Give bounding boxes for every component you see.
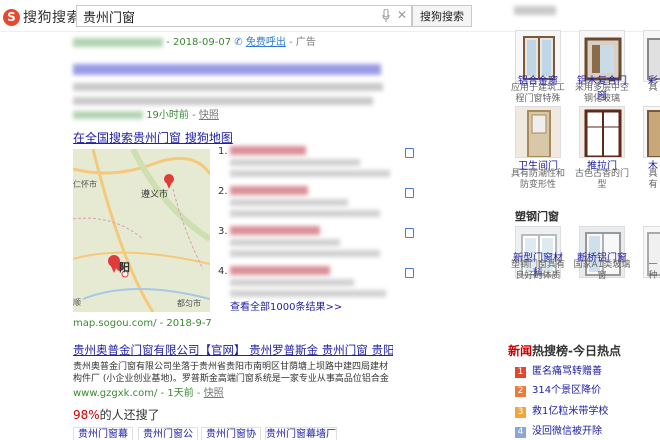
related-search-item[interactable]: 贵州门窗协会	[201, 427, 261, 440]
map-graphic	[73, 149, 210, 312]
view-all-results-link[interactable]: 查看全部1000条结果>>	[230, 298, 342, 313]
poi-list: 1. 2. 3. 4.	[218, 146, 418, 306]
related-searches-title: 98%的人还搜了	[73, 406, 160, 423]
map-label-duyun: 都匀市	[177, 299, 201, 308]
sogou-logo-icon: S	[3, 8, 20, 26]
product-thumbnail[interactable]	[643, 106, 660, 158]
free-call-link[interactable]: 免费呼出	[246, 37, 286, 48]
ad-url[interactable]	[73, 37, 163, 47]
search-button[interactable]: 搜狗搜索	[412, 5, 472, 27]
search-box	[76, 5, 412, 27]
map-label-an: 顺	[73, 298, 81, 307]
hot-rank: 3	[515, 407, 526, 418]
result-ad: - 2018-09-07 ✆ 免费呼出 - 广告	[73, 36, 413, 49]
map-result-title[interactable]: 在全国搜索贵州门窗 搜狗地图	[73, 129, 233, 146]
product-desc: 应用于建筑工程门窗特殊	[510, 83, 565, 104]
hot-rank: 4	[515, 427, 526, 438]
product-desc: 具	[648, 83, 658, 93]
ad-date: - 2018-09-07	[166, 37, 232, 48]
poi-number: 3.	[218, 226, 228, 237]
search-input[interactable]	[83, 8, 373, 25]
hot-news-text: 没回微信被开除	[532, 426, 602, 437]
related-search-item[interactable]: 贵州门窗幕墙厂家	[265, 427, 337, 440]
map-source-url: map.sogou.com/ - 2018-9-7	[73, 318, 212, 329]
product-desc: 一种	[648, 260, 658, 281]
product-desc: 古色古香的门型	[574, 169, 629, 190]
result-2: 19小时前 - 快照	[73, 64, 393, 122]
result-2-url[interactable]	[73, 111, 143, 119]
product-desc: 具有	[648, 169, 658, 190]
snapshot-link[interactable]: 快照	[204, 388, 224, 399]
poi-item[interactable]: 1.	[218, 146, 418, 186]
directions-icon[interactable]	[405, 148, 414, 158]
map-label-guiyang: 阳	[119, 261, 130, 274]
poi-number: 1.	[218, 146, 228, 157]
result-3: 贵州奥普金门窗有限公司【官网】 贵州罗普斯金 贵州门窗 贵阳门窗贵... 贵州奥…	[73, 342, 393, 399]
phone-icon[interactable]: ✆	[234, 37, 242, 48]
related-title-text: 的人还搜了	[99, 408, 160, 422]
result-2-title[interactable]	[73, 64, 381, 75]
result-3-time: - 1天前	[160, 388, 194, 399]
hot-news-text: 救1亿粒米带学校	[532, 406, 609, 417]
related-search-item[interactable]: 贵州门窗公司	[138, 427, 198, 440]
result-3-title[interactable]: 贵州奥普金门窗有限公司【官网】 贵州罗普斯金 贵州门窗 贵阳门窗贵...	[73, 342, 393, 358]
result-3-url[interactable]: www.gzgxk.com/	[73, 388, 157, 399]
related-percent: 98%	[73, 408, 100, 422]
poi-number: 4.	[218, 266, 228, 277]
hot-rank: 1	[515, 367, 526, 378]
hot-rank: 2	[515, 386, 526, 397]
product-desc: 具有防潮性和防变形性	[510, 169, 565, 190]
snapshot-link[interactable]: 快照	[199, 110, 219, 121]
product-desc: 塑钢门窗具有良好的体质	[510, 260, 565, 281]
poi-item[interactable]: 2.	[218, 186, 418, 226]
result-2-snippet-1	[73, 83, 383, 91]
related-search-item[interactable]: 贵州门窗幕墙	[73, 427, 133, 440]
hot-news-text: 314个景区降价	[532, 385, 602, 396]
map-thumbnail[interactable]: 遵义市 阳 仁怀市 都匀市 顺	[73, 149, 210, 312]
hot-news-title: 新闻热搜榜-今日热点	[508, 342, 621, 359]
product-desc: 国家A1类玻璃窗	[573, 260, 631, 281]
result-2-snippet-2	[73, 97, 373, 105]
hot-news-item[interactable]: 3 救1亿粒米带学校	[515, 402, 608, 418]
result-3-snippet: 贵州奥普金门窗有限公司坐落于贵州省贵阳市南明区甘荫塘上坝路中建四局建材构件厂 (…	[73, 362, 389, 384]
product-thumbnail[interactable]	[579, 106, 625, 158]
sidebar-section-title: 塑钢门窗	[515, 210, 559, 223]
map-label-zunyi: 遵义市	[141, 190, 169, 200]
poi-item[interactable]: 3.	[218, 226, 418, 266]
sogou-logo[interactable]: S 搜狗搜索	[3, 7, 81, 27]
directions-icon[interactable]	[405, 268, 414, 278]
ad-label: - 广告	[289, 37, 316, 48]
product-thumbnail[interactable]	[515, 106, 561, 158]
header-bar: S 搜狗搜索 ✕ 搜狗搜索	[0, 0, 660, 32]
hot-news-title-text: 热搜榜-今日热点	[532, 344, 621, 358]
hot-news-item[interactable]: 1 匿名痛骂转赠善	[515, 362, 602, 378]
hot-news-text: 匿名痛骂转赠善	[532, 366, 602, 377]
product-desc: 采用多层中空钢化玻璃	[574, 83, 629, 104]
directions-icon[interactable]	[405, 188, 414, 198]
hot-news-item[interactable]: 2 314个景区降价	[515, 381, 601, 397]
directions-icon[interactable]	[405, 228, 414, 238]
hot-news-item[interactable]: 4 没回微信被开除	[515, 422, 602, 438]
map-label-renhuai: 仁怀市	[73, 180, 97, 189]
result-2-time: 19小时前	[146, 110, 189, 121]
sogou-logo-text: 搜狗搜索	[23, 10, 81, 26]
poi-number: 2.	[218, 186, 228, 197]
hot-news-brand: 新闻	[508, 344, 533, 358]
clear-icon[interactable]: ✕	[397, 9, 407, 21]
sidebar-top-title	[514, 6, 556, 15]
microphone-icon[interactable]	[382, 9, 390, 22]
